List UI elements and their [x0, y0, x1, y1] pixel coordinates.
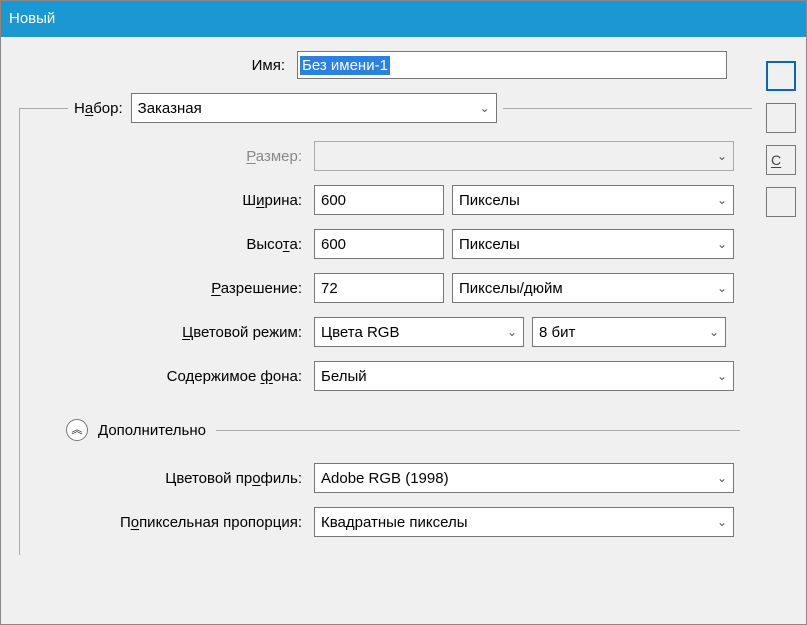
colorprofile-select[interactable]: Adobe RGB (1998) ⌄ [314, 463, 734, 493]
width-unit-value: Пикселы [459, 192, 520, 209]
advanced-toggle[interactable]: ︽ [66, 419, 88, 441]
divider [216, 430, 740, 431]
save-preset-button[interactable]: С [766, 145, 796, 175]
resolution-input[interactable] [314, 273, 444, 303]
cancel-button[interactable] [766, 103, 796, 133]
name-value: Без имени-1 [300, 56, 390, 75]
settings-group: Набор: Заказная ⌄ Размер: [19, 93, 752, 555]
preset-label: Набор: [74, 100, 123, 117]
colormode-value: Цвета RGB [321, 324, 399, 341]
bgcontents-value: Белый [321, 368, 367, 385]
window-title: Новый [9, 10, 55, 27]
chevron-down-icon: ⌄ [717, 193, 727, 207]
width-label: Ширина: [36, 192, 306, 209]
chevron-up-icon: ︽ [72, 425, 83, 436]
preset-select[interactable]: Заказная ⌄ [131, 93, 497, 123]
colordepth-value: 8 бит [539, 324, 575, 341]
chevron-down-icon: ⌄ [709, 325, 719, 339]
height-input[interactable] [314, 229, 444, 259]
colorprofile-value: Adobe RGB (1998) [321, 470, 449, 487]
width-input[interactable] [314, 185, 444, 215]
chevron-down-icon: ⌄ [717, 369, 727, 383]
preset-value: Заказная [138, 100, 202, 117]
bgcontents-label: Содержимое фона: [36, 368, 306, 385]
title-bar[interactable]: Новый [1, 1, 806, 37]
chevron-down-icon: ⌄ [717, 149, 727, 163]
pixelaspect-label: Попиксельная пропорция: [36, 514, 306, 531]
size-select: ⌄ [314, 141, 734, 171]
height-label: Высота: [36, 236, 306, 253]
chevron-down-icon: ⌄ [717, 471, 727, 485]
colordepth-select[interactable]: 8 бит ⌄ [532, 317, 726, 347]
colorprofile-label: Цветовой профиль: [36, 470, 306, 487]
name-label: Имя: [19, 57, 289, 74]
advanced-label: Дополнительно [98, 422, 206, 439]
chevron-down-icon: ⌄ [507, 325, 517, 339]
dialog-content: Имя: Без имени-1 Набор: [1, 37, 806, 624]
chevron-down-icon: ⌄ [717, 515, 727, 529]
new-document-dialog: Новый Имя: Без имени-1 [0, 0, 807, 625]
size-label: Размер: [36, 148, 306, 165]
chevron-down-icon: ⌄ [480, 101, 490, 115]
chevron-down-icon: ⌄ [717, 281, 727, 295]
colormode-select[interactable]: Цвета RGB ⌄ [314, 317, 524, 347]
width-unit-select[interactable]: Пикселы ⌄ [452, 185, 734, 215]
dialog-buttons: С [766, 51, 796, 610]
pixelaspect-select[interactable]: Квадратные пикселы ⌄ [314, 507, 734, 537]
chevron-down-icon: ⌄ [717, 237, 727, 251]
resolution-unit-value: Пикселы/дюйм [459, 280, 563, 297]
resolution-label: Разрешение: [36, 280, 306, 297]
resolution-unit-select[interactable]: Пикселы/дюйм ⌄ [452, 273, 734, 303]
pixelaspect-value: Квадратные пикселы [321, 514, 468, 531]
height-unit-value: Пикселы [459, 236, 520, 253]
ok-button[interactable] [766, 61, 796, 91]
name-input[interactable]: Без имени-1 [297, 51, 727, 79]
colormode-label: Цветовой режим: [36, 324, 306, 341]
bgcontents-select[interactable]: Белый ⌄ [314, 361, 734, 391]
height-unit-select[interactable]: Пикселы ⌄ [452, 229, 734, 259]
delete-preset-button[interactable] [766, 187, 796, 217]
